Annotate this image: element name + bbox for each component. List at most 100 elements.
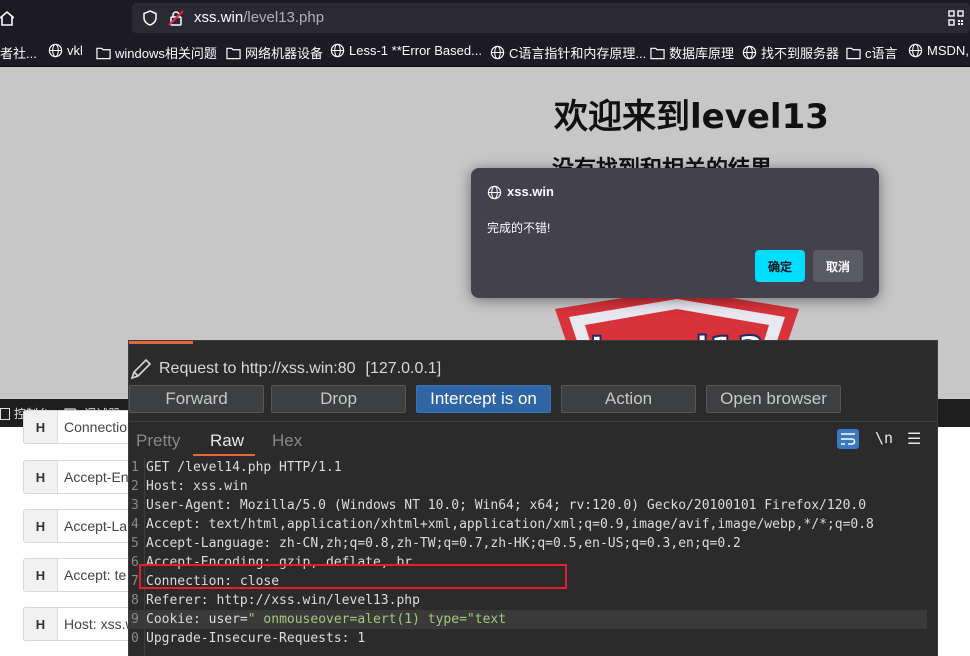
dialog-message: 完成的不错! bbox=[487, 221, 551, 235]
bookmark-item[interactable]: Less-1 **Error Based... bbox=[330, 43, 482, 58]
globe-icon bbox=[487, 185, 502, 200]
bookmark-label: vkl bbox=[67, 43, 83, 58]
cookie-line: 9 Cookie: user=" onmouseover=alert(1) ty… bbox=[129, 610, 927, 629]
menu-icon[interactable]: ☰ bbox=[907, 429, 921, 449]
shield-icon[interactable] bbox=[142, 10, 158, 26]
bookmark-label: C语言指针和内存原理... bbox=[509, 46, 647, 61]
url-path: /level13.php bbox=[243, 9, 325, 26]
bookmark-label: Less-1 **Error Based... bbox=[349, 43, 482, 58]
home-icon[interactable] bbox=[0, 10, 14, 26]
line-number: 0 bbox=[131, 631, 139, 646]
bookmarks-bar: 者社... vkl windows相关问题 网络机器设备 Less-1 **Er… bbox=[0, 36, 970, 67]
globe-icon bbox=[742, 45, 757, 60]
line-text: GET /level14.php HTTP/1.1 bbox=[146, 460, 342, 475]
line-text: Host: xss.win bbox=[146, 479, 248, 494]
bookmark-label: 者社... bbox=[0, 46, 37, 61]
editor-tabs: Pretty Raw Hex \n ☰ bbox=[129, 422, 937, 456]
code-line: 5 Accept-Language: zh-CN,zh;q=0.8,zh-TW;q… bbox=[129, 534, 927, 553]
request-target: Request to http://xss.win:80 bbox=[159, 360, 356, 377]
request-lines[interactable]: 1 GET /level14.php HTTP/1.1 2 Host: xss.wi… bbox=[129, 458, 927, 648]
address-bar[interactable]: xss.win/level13.php bbox=[132, 3, 970, 33]
page-title: 欢迎来到level13 bbox=[554, 97, 829, 137]
folder-icon bbox=[846, 47, 861, 59]
globe-icon bbox=[490, 45, 505, 60]
bookmark-label: 数据库原理 bbox=[669, 46, 735, 61]
header-badge: H bbox=[24, 411, 58, 443]
line-text: Upgrade-Insecure-Requests: 1 bbox=[146, 631, 366, 646]
line-text: Referer: http://xss.win/level13.php bbox=[146, 593, 420, 608]
line-number: 1 bbox=[131, 460, 139, 475]
highlight-box bbox=[139, 564, 567, 589]
cancel-button[interactable]: 取消 bbox=[813, 250, 863, 282]
bookmark-label: 找不到服务器 bbox=[761, 46, 840, 61]
tab-pretty[interactable]: Pretty bbox=[136, 431, 180, 451]
bookmark-label: c语言 bbox=[865, 46, 898, 61]
line-text: Accept-Language: zh-CN,zh;q=0.8,zh-TW;q=… bbox=[146, 536, 741, 551]
tab-raw-underline bbox=[193, 454, 255, 456]
line-text: User-Agent: Mozilla/5.0 (Windows NT 10.0… bbox=[146, 498, 867, 513]
globe-icon bbox=[330, 43, 345, 58]
bookmark-item[interactable]: MSDN, bbox=[908, 43, 969, 58]
cookie-value: " onmouseover=alert(1) type="text bbox=[247, 612, 507, 627]
dialog-origin: xss.win bbox=[507, 184, 554, 199]
request-info: Request to http://xss.win:80 [127.0.0.1] bbox=[129, 357, 441, 381]
bookmark-label: MSDN, bbox=[927, 43, 969, 58]
code-line: 2 Host: xss.win bbox=[129, 477, 927, 496]
forward-button[interactable]: Forward bbox=[129, 385, 264, 413]
code-line: 3 User-Agent: Mozilla/5.0 (Windows NT 10.… bbox=[129, 496, 927, 515]
folder-icon bbox=[96, 47, 111, 59]
header-text: Host: xss.w bbox=[64, 616, 136, 632]
code-line: 4 Accept: text/html,application/xhtml+xml… bbox=[129, 515, 927, 534]
folder-icon bbox=[650, 47, 665, 59]
request-editor[interactable]: Pretty Raw Hex \n ☰ 1 GET /level14.php HT… bbox=[129, 421, 937, 656]
tab-raw[interactable]: Raw bbox=[210, 431, 244, 451]
bookmark-item[interactable]: vkl bbox=[48, 43, 83, 58]
tab-hex[interactable]: Hex bbox=[272, 431, 302, 451]
url-host: xss.win bbox=[194, 9, 244, 26]
qr-code-icon[interactable] bbox=[948, 10, 964, 26]
wrap-lines-glyph bbox=[841, 433, 856, 445]
header-text: Accept-La bbox=[64, 518, 128, 534]
bookmark-item[interactable]: 找不到服务器 bbox=[742, 43, 839, 62]
bookmark-item[interactable]: C语言指针和内存原理... bbox=[490, 43, 646, 62]
cookie-text: Cookie: user=" onmouseover=alert(1) type… bbox=[146, 610, 506, 629]
bookmark-label: 网络机器设备 bbox=[245, 46, 324, 61]
line-number: 8 bbox=[131, 593, 139, 608]
cookie-name: user= bbox=[208, 612, 248, 627]
line-text: Accept: text/html,application/xhtml+xml,… bbox=[146, 517, 874, 532]
alert-dialog: xss.win 完成的不错! 确定 取消 bbox=[471, 168, 879, 298]
bookmark-item[interactable]: 数据库原理 bbox=[650, 43, 734, 62]
ok-button[interactable]: 确定 bbox=[755, 250, 805, 282]
line-number: 3 bbox=[131, 498, 139, 513]
pencil-icon[interactable] bbox=[129, 357, 153, 381]
globe-icon bbox=[48, 43, 63, 58]
header-text: Connection bbox=[64, 419, 135, 435]
bookmark-label: windows相关问题 bbox=[115, 46, 217, 61]
code-line: 1 GET /level14.php HTTP/1.1 bbox=[129, 458, 927, 477]
cookie-key: Cookie: bbox=[146, 612, 209, 627]
code-line: 0 Upgrade-Insecure-Requests: 1 bbox=[129, 629, 927, 648]
bookmark-item[interactable]: windows相关问题 bbox=[96, 43, 217, 62]
request-ip: [127.0.0.1] bbox=[365, 360, 442, 377]
header-text: Accept: te bbox=[64, 567, 127, 583]
line-number: 5 bbox=[131, 536, 139, 551]
line-number: 2 bbox=[131, 479, 139, 494]
folder-icon bbox=[226, 47, 241, 59]
header-badge: H bbox=[24, 559, 58, 591]
insecure-lock-icon[interactable] bbox=[168, 10, 184, 26]
header-badge: H bbox=[24, 510, 58, 542]
active-tab-indicator bbox=[129, 341, 193, 344]
bookmark-item[interactable]: c语言 bbox=[846, 43, 898, 62]
action-button[interactable]: Action bbox=[561, 385, 696, 413]
bookmark-item[interactable]: 者社... bbox=[0, 43, 37, 62]
drop-button[interactable]: Drop bbox=[271, 385, 406, 413]
wrap-lines-icon[interactable] bbox=[837, 429, 859, 449]
browser-toolbar: xss.win/level13.php bbox=[0, 0, 970, 36]
header-badge: H bbox=[24, 608, 58, 640]
open-browser-button[interactable]: Open browser bbox=[706, 385, 841, 413]
url-text[interactable]: xss.win/level13.php bbox=[194, 9, 324, 26]
newline-toggle[interactable]: \n bbox=[875, 429, 893, 447]
intercept-toggle-button[interactable]: Intercept is on bbox=[416, 385, 551, 413]
line-number: 4 bbox=[131, 517, 139, 532]
bookmark-item[interactable]: 网络机器设备 bbox=[226, 43, 323, 62]
